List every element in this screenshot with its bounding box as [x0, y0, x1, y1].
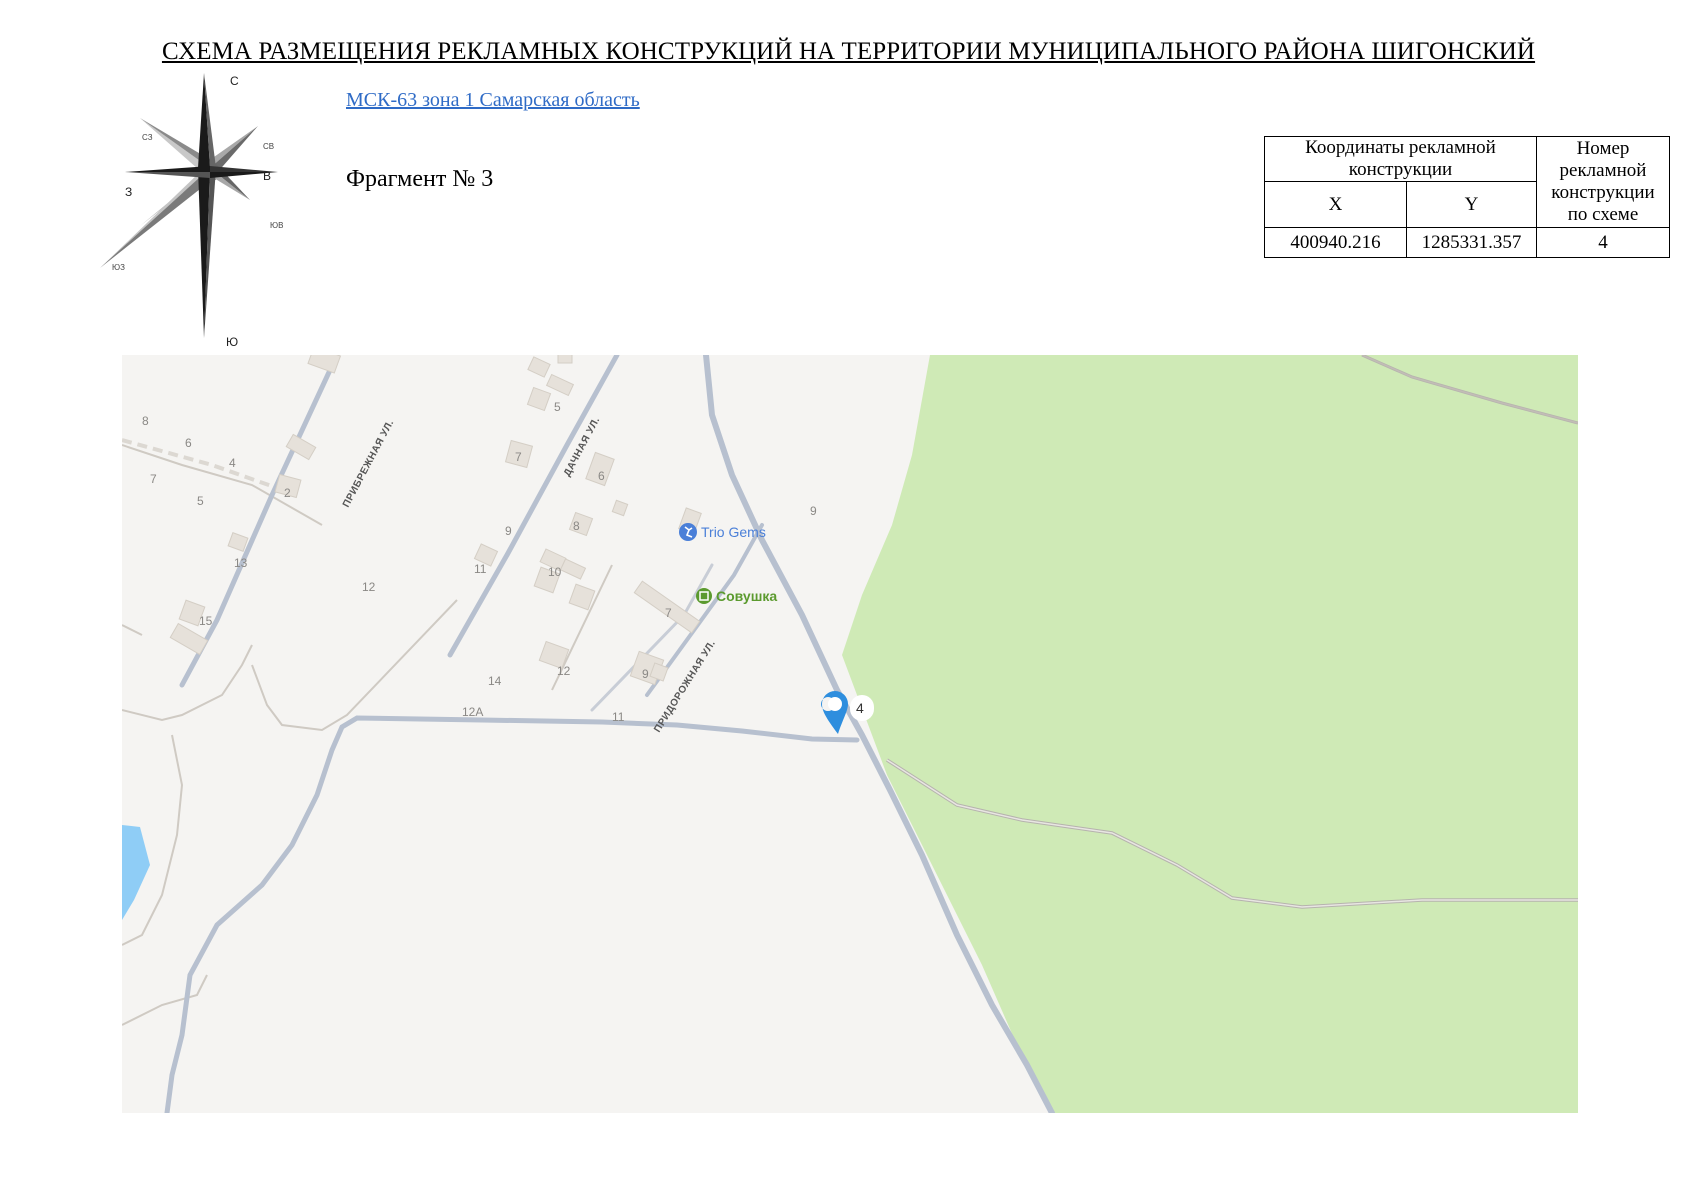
house-number: 9 — [810, 504, 817, 518]
house-number: 4 — [229, 456, 236, 470]
house-number: 6 — [598, 469, 605, 483]
table-cell-y: 1285331.357 — [1406, 227, 1537, 258]
compass-nw-label: СЗ — [142, 133, 153, 142]
house-number: 2 — [284, 486, 291, 500]
table-cell-number: 4 — [1536, 227, 1670, 258]
house-number: 11 — [474, 562, 487, 576]
house-number: 12А — [462, 705, 483, 719]
marker-label: 4 — [856, 700, 864, 716]
house-number: 12 — [362, 580, 376, 594]
house-number: 9 — [505, 524, 512, 538]
house-number: 10 — [548, 565, 562, 579]
map-canvas[interactable]: 8 6 4 7 5 2 13 15 12 5 7 6 9 8 11 10 7 1… — [122, 355, 1578, 1113]
y-header: Y — [1406, 181, 1537, 228]
compass-ne-label: СВ — [263, 142, 274, 151]
coordinates-table: Координаты рекламной конструкции Номер р… — [1264, 136, 1670, 258]
poi-label: Trio Gems — [701, 524, 766, 540]
house-number: 14 — [488, 674, 502, 688]
compass-main-rays — [125, 73, 278, 338]
x-header: X — [1264, 181, 1407, 228]
map-fragment[interactable]: 8 6 4 7 5 2 13 15 12 5 7 6 9 8 11 10 7 1… — [122, 355, 1578, 1113]
compass-sw-label: ЮЗ — [112, 263, 125, 272]
house-number: 5 — [197, 494, 204, 508]
poi-trio-gems[interactable]: Trio Gems — [679, 523, 766, 541]
fragment-title: Фрагмент № 3 — [346, 166, 494, 192]
coords-header: Координаты рекламной конструкции — [1264, 136, 1537, 182]
house-number: 7 — [150, 472, 157, 486]
house-number: 15 — [199, 614, 213, 628]
house-number: 7 — [515, 450, 522, 464]
table-cell-x: 400940.216 — [1264, 227, 1407, 258]
number-header: Номер рекламной конструкции по схеме — [1536, 136, 1670, 228]
house-number: 5 — [554, 400, 561, 414]
house-number: 13 — [234, 556, 248, 570]
compass-se-label: ЮВ — [270, 221, 283, 230]
compass-s-label: Ю — [226, 335, 238, 348]
compass-e-label: В — [263, 169, 271, 183]
house-number: 7 — [665, 606, 672, 620]
house-number: 11 — [612, 710, 625, 724]
house-number: 12 — [557, 664, 571, 678]
crs-link[interactable]: МСК-63 зона 1 Самарская область — [346, 89, 640, 112]
poi-label: Совушка — [716, 588, 777, 604]
house-number: 8 — [142, 414, 149, 428]
compass-n-label: С — [230, 74, 239, 88]
compass-diagonal-rays — [100, 118, 258, 268]
house-number: 9 — [642, 667, 649, 681]
page-title: СХЕМА РАЗМЕЩЕНИЯ РЕКЛАМНЫХ КОНСТРУКЦИЙ Н… — [161, 38, 1536, 65]
house-number: 8 — [573, 519, 580, 533]
house-number: 6 — [185, 436, 192, 450]
compass-rose-icon: С В Ю З СВ ЮВ ЮЗ СЗ — [100, 73, 283, 348]
kindergarten-icon — [696, 588, 712, 604]
compass-w-label: З — [125, 185, 132, 199]
poi-sovushka[interactable]: Совушка — [696, 588, 777, 604]
